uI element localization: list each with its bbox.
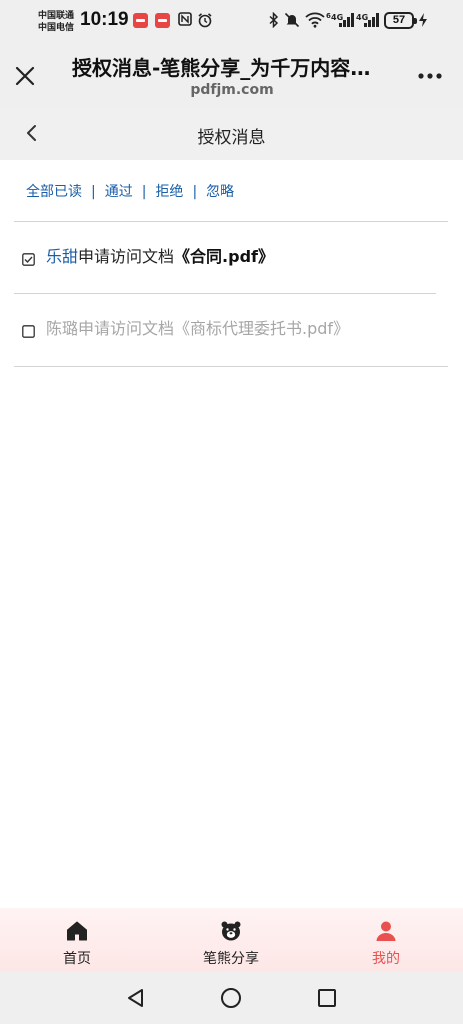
checkbox-checked[interactable] [22,251,35,266]
divider [14,293,436,294]
tab-share-label: 笔熊分享 [203,951,259,967]
unchecked-checkbox-icon [22,325,35,338]
system-recents-button[interactable] [315,986,339,1010]
carrier-info: 中国联通 中国电信 [38,10,74,34]
square-recents-icon [318,989,336,1007]
nfc-icon [178,12,192,30]
tab-bar: 首页 笔熊分享 我的 [0,908,463,972]
action-separator: | [192,184,198,200]
request-action: 申请访问文档 [78,319,175,338]
person-icon [376,921,396,941]
bear-icon [221,921,241,941]
system-back-button[interactable] [124,986,148,1010]
close-button[interactable] [13,64,37,88]
request-action: 申请访问文档 [78,247,175,266]
message-text: 陈璐申请访问文档《商标代理委托书.pdf》 [46,317,349,341]
battery-icon: 57 [384,12,417,29]
tab-home-label: 首页 [63,951,91,967]
nav-bar: 授权消息 [0,107,463,160]
action-separator: | [141,184,147,200]
document-name[interactable]: 《商标代理委托书.pdf》 [174,319,349,338]
system-nav-bar [0,972,463,1024]
app-badge-icon [155,13,170,28]
mute-icon [284,12,300,32]
carrier-1: 中国联通 [38,11,75,21]
nav-title: 授权消息 [197,128,266,148]
signal-icon [339,13,357,27]
bluetooth-icon [268,11,280,32]
mark-all-read-link[interactable]: 全部已读 [26,184,82,200]
requester-name[interactable]: 乐甜 [46,247,78,266]
charging-icon [418,12,428,32]
carrier-2: 中国电信 [38,23,75,33]
more-button[interactable] [415,60,445,90]
clock: 10:19 [80,9,129,30]
page-domain: pdfjm.com [190,82,274,98]
divider [14,221,448,222]
status-bar: 中国联通 中国电信 10:19 6 4G 4G 57 [0,0,463,44]
more-icon [418,73,442,79]
message-text: 乐甜申请访问文档《合同.pdf》 [46,245,274,269]
tab-mine[interactable]: 我的 [341,908,431,972]
divider [14,366,448,367]
triangle-back-icon [128,989,143,1007]
wifi-icon [305,12,325,32]
document-name[interactable]: 《合同.pdf》 [174,247,274,266]
system-home-button[interactable] [219,986,243,1010]
checkbox-unchecked[interactable] [22,323,35,338]
ignore-link[interactable]: 忽略 [206,184,234,200]
message-actions: 全部已读 | 通过 | 拒绝 | 忽略 [26,181,234,201]
tab-share[interactable]: 笔熊分享 [186,908,276,972]
page-title: 授权消息-笔熊分享_为千万内容创作者提供文件分享服务 [72,56,386,80]
circle-home-icon [221,988,241,1008]
tab-mine-label: 我的 [372,951,400,967]
tab-home[interactable]: 首页 [32,908,122,972]
reject-link[interactable]: 拒绝 [155,184,183,200]
checked-checkbox-icon [22,253,35,266]
requester-name[interactable]: 陈璐 [46,319,78,338]
app-badge-icon [133,13,148,28]
alarm-icon [197,12,213,32]
home-icon [67,921,87,941]
browser-header: 授权消息-笔熊分享_为千万内容创作者提供文件分享服务 pdfjm.com [0,44,463,107]
action-separator: | [91,184,96,200]
close-icon [15,66,35,86]
approve-link[interactable]: 通过 [105,184,133,200]
signal-icon [364,13,382,27]
